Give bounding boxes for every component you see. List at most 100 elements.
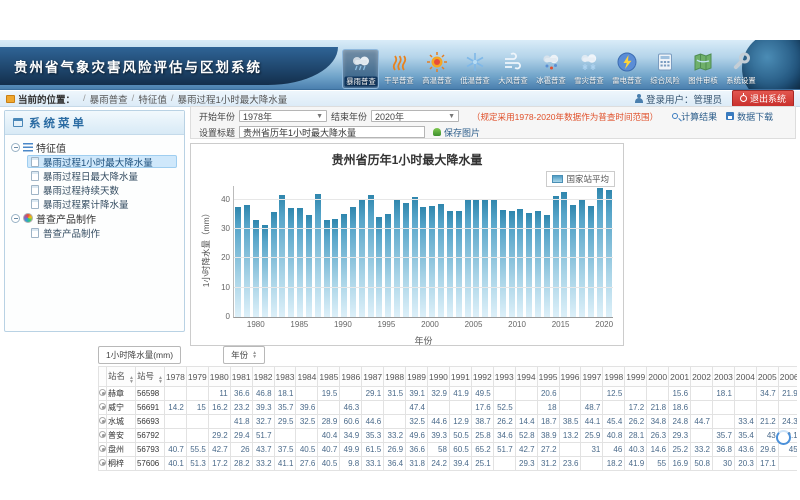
year-column-header[interactable]: 1988	[384, 367, 406, 387]
logged-in-user: 登录用户：管理员	[646, 92, 722, 106]
year-column-header[interactable]: 1986	[340, 367, 362, 387]
sidebar-item[interactable]: 暴雨过程日最大降水量	[27, 169, 177, 182]
breadcrumb-item[interactable]: 暴雨过程1小时最大降水量	[177, 92, 287, 106]
end-year-select[interactable]: 2020年▼	[371, 110, 459, 122]
value-cell: 11	[208, 387, 230, 401]
year-column-header[interactable]: 1996	[559, 367, 581, 387]
row-expand-cell[interactable]	[99, 401, 107, 415]
year-column-header[interactable]: 1983	[274, 367, 296, 387]
nav-item-wind[interactable]: 大风普查	[494, 49, 531, 89]
nav-item-rain[interactable]: 暴雨普查	[342, 49, 379, 89]
breadcrumb-item[interactable]: 特征值	[138, 92, 167, 106]
sidebar-group-list[interactable]: 特征值	[11, 140, 184, 154]
table-row[interactable]: 桐梓5760640.151.317.228.233.241.127.640.59…	[99, 457, 798, 471]
nav-item-map-audit[interactable]: 图件审核	[684, 49, 721, 89]
year-column-header[interactable]: 2000	[647, 367, 669, 387]
year-pivot-box[interactable]: 年份 ▲▼	[223, 346, 265, 364]
table-row[interactable]: 赫章565981136.646.818.119.529.131.539.132.…	[99, 387, 798, 401]
station-name-column-header[interactable]: 站名▲▼	[107, 367, 136, 387]
year-column-header[interactable]: 1989	[406, 367, 428, 387]
year-column-header[interactable]: 2005	[756, 367, 778, 387]
value-cell: 38.5	[559, 415, 581, 429]
sidebar-item[interactable]: 普查产品制作	[27, 226, 177, 239]
year-column-header[interactable]: 1978	[164, 367, 186, 387]
logout-button[interactable]: 退出系统	[732, 90, 794, 107]
bar-slot	[313, 186, 322, 317]
year-column-header[interactable]: 1991	[449, 367, 471, 387]
calculate-button[interactable]: 计算结果	[672, 110, 717, 123]
value-cell: 26	[230, 443, 252, 457]
year-column-header[interactable]: 1995	[537, 367, 559, 387]
year-column-header[interactable]: 2004	[734, 367, 756, 387]
station-name-cell: 盘州	[107, 443, 136, 457]
year-column-header[interactable]: 1981	[230, 367, 252, 387]
measure-pivot-box[interactable]: 1小时降水量(mm)	[98, 346, 181, 364]
year-column-header[interactable]: 1985	[318, 367, 340, 387]
sidebar-item[interactable]: 暴雨过程累计降水量	[27, 197, 177, 210]
year-column-header[interactable]: 1999	[625, 367, 647, 387]
year-column-header[interactable]: 1997	[581, 367, 603, 387]
value-cell: 25.2	[669, 443, 691, 457]
download-button[interactable]: 数据下载	[726, 110, 773, 123]
year-column-header[interactable]: 1984	[296, 367, 318, 387]
year-column-header[interactable]: 1998	[603, 367, 625, 387]
row-expand-cell[interactable]	[99, 415, 107, 429]
row-expand-cell[interactable]	[99, 457, 107, 471]
table-row[interactable]: 普安5679229.229.451.740.434.935.333.249.63…	[99, 429, 798, 443]
year-column-header[interactable]: 1990	[428, 367, 450, 387]
value-cell	[712, 401, 734, 415]
table-row[interactable]: 水城5669341.832.729.532.528.960.644.632.54…	[99, 415, 798, 429]
nav-item-lightning[interactable]: 雷电普查	[608, 49, 645, 89]
year-column-header[interactable]: 1987	[362, 367, 384, 387]
sort-icons[interactable]: ▲▼	[158, 376, 163, 384]
value-cell	[428, 401, 450, 415]
year-column-header[interactable]: 2002	[691, 367, 713, 387]
row-expand-cell[interactable]	[99, 429, 107, 443]
save-image-icon	[433, 128, 441, 136]
sidebar-group-wheel[interactable]: 普查产品制作	[11, 211, 184, 225]
chart-title-input[interactable]	[239, 126, 425, 138]
expand-row-icon[interactable]	[99, 389, 106, 396]
value-cell: 21.9	[778, 387, 797, 401]
row-expand-cell[interactable]	[99, 387, 107, 401]
nav-item-cold[interactable]: 低温普查	[456, 49, 493, 89]
year-column-header[interactable]: 1979	[186, 367, 208, 387]
nav-item-heat[interactable]: 高温普查	[418, 49, 455, 89]
nav-item-snow[interactable]: 雪灾普查	[570, 49, 607, 89]
expand-row-icon[interactable]	[99, 459, 106, 466]
start-year-select[interactable]: 1978年▼	[239, 110, 327, 122]
year-column-header[interactable]: 2006	[778, 367, 797, 387]
collapse-toggle-icon[interactable]	[11, 214, 20, 223]
year-column-header[interactable]: 1993	[493, 367, 515, 387]
table-row[interactable]: 盘州5679340.755.542.72643.737.540.540.749.…	[99, 443, 798, 457]
sidebar-item[interactable]: 暴雨过程持续天数	[27, 183, 177, 196]
year-column-header[interactable]: 1982	[252, 367, 274, 387]
station-id-column-header[interactable]: 站号▲▼	[135, 367, 164, 387]
collapse-toggle-icon[interactable]	[11, 143, 20, 152]
expand-row-icon[interactable]	[99, 417, 106, 424]
sidebar-item[interactable]: 暴雨过程1小时最大降水量	[27, 155, 177, 168]
nav-item-settings[interactable]: 系统设置	[722, 49, 759, 89]
expand-row-icon[interactable]	[99, 431, 106, 438]
year-column-header[interactable]: 2003	[712, 367, 734, 387]
expand-row-icon[interactable]	[99, 445, 106, 452]
breadcrumb-item[interactable]: 暴雨普查	[90, 92, 128, 106]
row-expand-cell[interactable]	[99, 443, 107, 457]
year-column-header[interactable]: 2001	[669, 367, 691, 387]
nav-item-hail[interactable]: 冰雹普查	[532, 49, 569, 89]
value-cell: 45.4	[603, 415, 625, 429]
nav-item-composite[interactable]: 综合风险	[646, 49, 683, 89]
expand-column-header	[99, 367, 107, 387]
nav-item-drought[interactable]: 干旱普查	[380, 49, 417, 89]
sort-icons[interactable]: ▲▼	[252, 351, 257, 359]
value-cell: 27.6	[296, 457, 318, 471]
year-column-header[interactable]: 1994	[515, 367, 537, 387]
expand-row-icon[interactable]	[99, 403, 106, 410]
year-column-header[interactable]: 1980	[208, 367, 230, 387]
value-cell: 34.8	[647, 415, 669, 429]
year-column-header[interactable]: 1992	[471, 367, 493, 387]
value-cell: 55	[647, 457, 669, 471]
sort-icons[interactable]: ▲▼	[129, 376, 134, 384]
save-image-button[interactable]: 保存图片	[444, 126, 480, 139]
table-row[interactable]: 威宁5669114.21516.223.239.335.739.646.347.…	[99, 401, 798, 415]
